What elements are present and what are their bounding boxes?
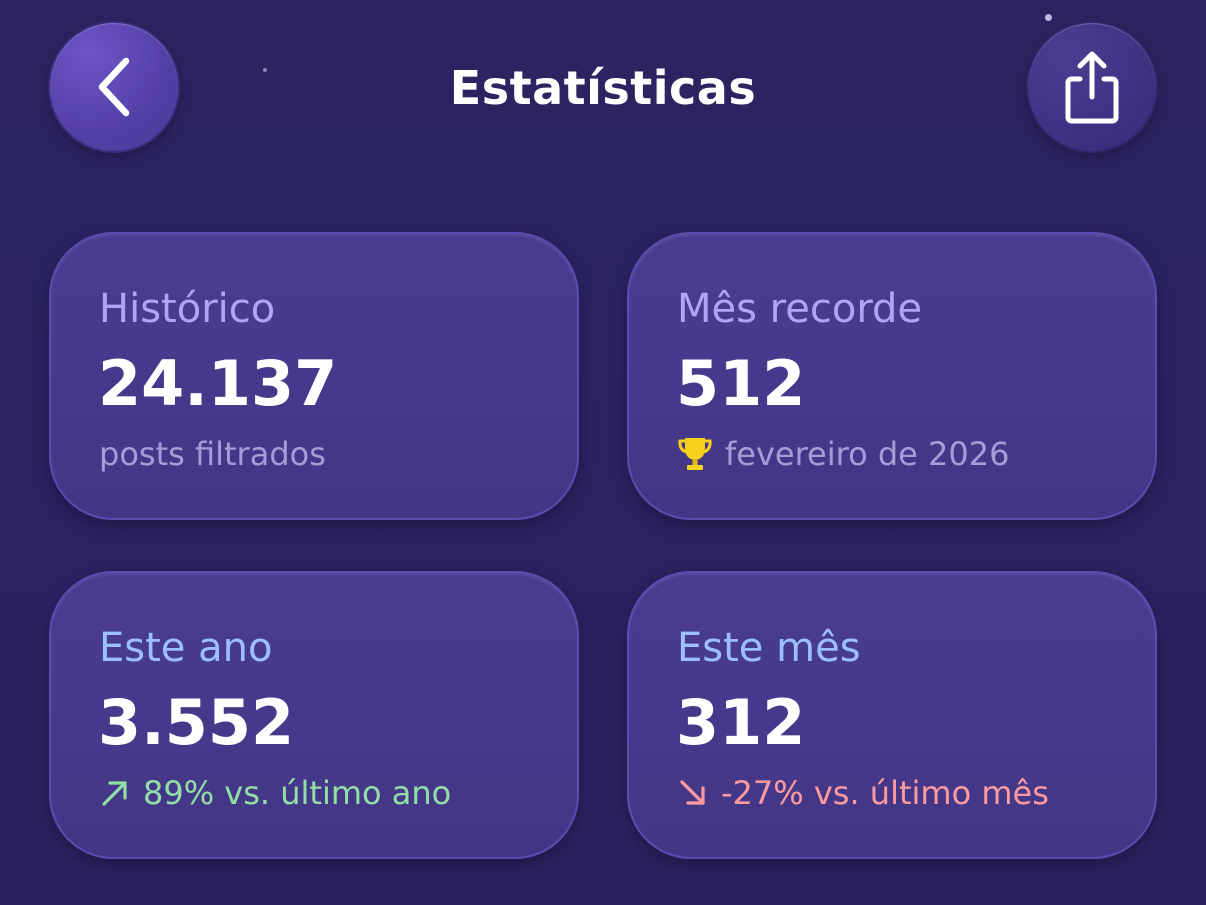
stat-card-este-mes: Este mês 312 -27% vs. último mês xyxy=(627,571,1157,859)
share-icon xyxy=(1065,51,1119,124)
stat-card-label: Histórico xyxy=(99,286,276,332)
share-button[interactable] xyxy=(1026,21,1158,153)
stat-card-mes-recorde: Mês recorde 512 fevereiro de 2026 xyxy=(627,232,1157,520)
trophy-icon xyxy=(677,435,713,473)
stat-card-este-ano: Este ano 3.552 89% vs. último ano xyxy=(49,571,579,859)
stat-card-subtitle-text: 89% vs. último ano xyxy=(143,774,452,812)
star-decoration xyxy=(1045,14,1052,21)
stat-card-subtitle: posts filtrados xyxy=(99,433,326,475)
stat-card-value: 512 xyxy=(676,347,806,420)
stat-card-subtitle-text: fevereiro de 2026 xyxy=(725,435,1010,473)
stat-card-subtitle: 89% vs. último ano xyxy=(99,772,451,814)
stat-card-value: 312 xyxy=(676,686,806,759)
stat-card-subtitle-text: posts filtrados xyxy=(99,435,326,473)
stat-card-value: 24.137 xyxy=(98,347,338,420)
stat-card-label: Este mês xyxy=(677,625,861,671)
stat-card-subtitle-text: -27% vs. último mês xyxy=(721,774,1049,812)
arrow-down-right-icon xyxy=(677,777,709,809)
stat-card-label: Este ano xyxy=(99,625,273,671)
stat-card-subtitle: fevereiro de 2026 xyxy=(677,433,1009,475)
stat-card-label: Mês recorde xyxy=(677,286,923,332)
stat-card-subtitle: -27% vs. último mês xyxy=(677,772,1049,814)
stat-card-historico: Histórico 24.137 posts filtrados xyxy=(49,232,579,520)
arrow-up-right-icon xyxy=(99,777,131,809)
stat-card-value: 3.552 xyxy=(98,686,295,759)
